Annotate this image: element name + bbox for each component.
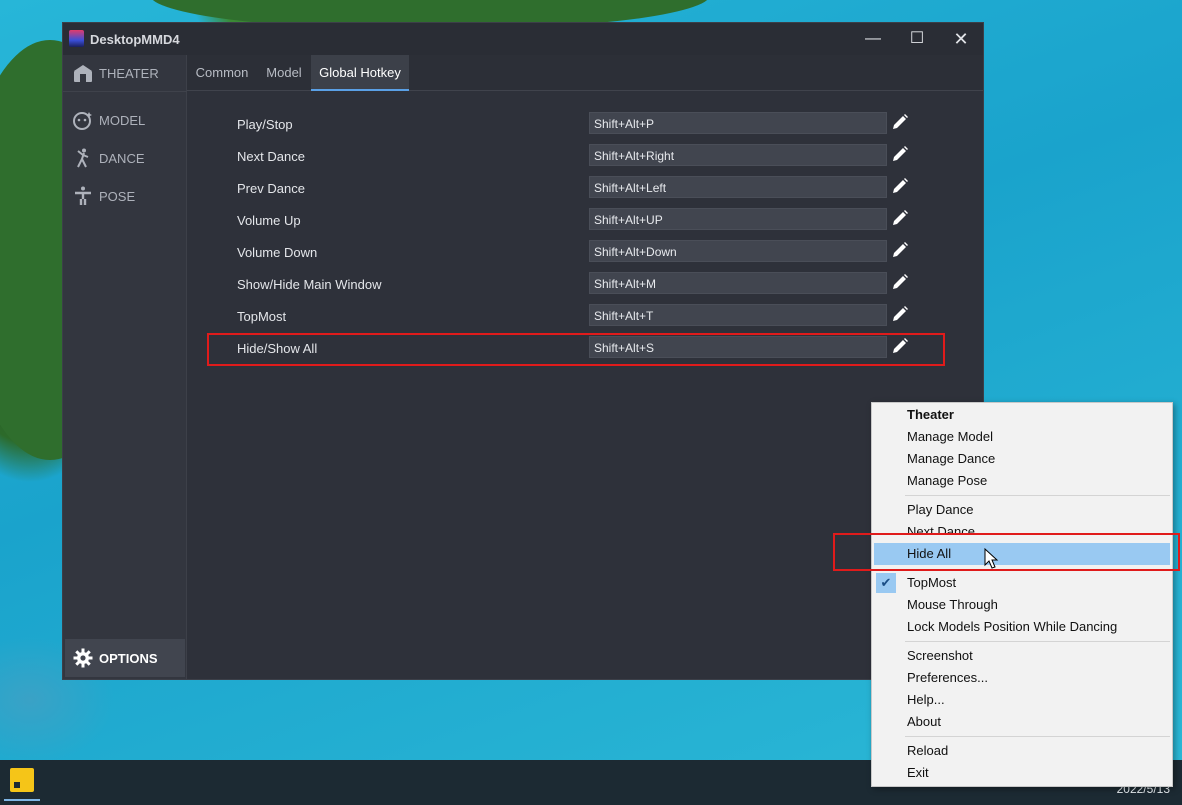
menu-item-about[interactable]: About <box>874 711 1170 733</box>
hotkey-row: Play/Stop Shift+Alt+P <box>187 109 983 141</box>
pencil-icon[interactable] <box>891 145 909 163</box>
sidebar-item-label: DANCE <box>99 150 145 166</box>
hotkey-field[interactable]: Shift+Alt+Left <box>589 176 887 198</box>
hotkey-label: Play/Stop <box>237 117 293 132</box>
hotkey-field[interactable]: Shift+Alt+P <box>589 112 887 134</box>
hotkey-field[interactable]: Shift+Alt+M <box>589 272 887 294</box>
pencil-icon[interactable] <box>891 241 909 259</box>
menu-item-lock-models-position[interactable]: Lock Models Position While Dancing <box>874 616 1170 638</box>
app-logo-icon <box>69 30 84 47</box>
menu-separator <box>905 641 1170 642</box>
tab-global-hotkey[interactable]: Global Hotkey <box>311 55 409 91</box>
menu-separator <box>905 736 1170 737</box>
menu-item-manage-model[interactable]: Manage Model <box>874 426 1170 448</box>
sidebar-item-label: MODEL <box>99 112 146 128</box>
hotkey-field[interactable]: Shift+Alt+T <box>589 304 887 326</box>
maximize-button[interactable]: ☐ <box>895 23 939 55</box>
menu-item-screenshot[interactable]: Screenshot <box>874 645 1170 667</box>
hotkey-label: Prev Dance <box>237 181 305 196</box>
sticky-notes-taskbar-icon[interactable] <box>10 768 34 792</box>
hotkey-label: Volume Down <box>237 245 318 260</box>
pencil-icon[interactable] <box>891 273 909 291</box>
active-app-indicator <box>4 799 40 801</box>
window-title: DesktopMMD4 <box>90 32 180 47</box>
pencil-icon[interactable] <box>891 209 909 227</box>
menu-item-reload[interactable]: Reload <box>874 740 1170 762</box>
close-button[interactable]: ✕ <box>939 23 983 55</box>
pencil-icon[interactable] <box>891 113 909 131</box>
menu-separator <box>905 495 1170 496</box>
pose-icon <box>75 186 91 205</box>
menu-item-manage-dance[interactable]: Manage Dance <box>874 448 1170 470</box>
menu-item-exit[interactable]: Exit <box>874 762 1170 784</box>
menu-item-topmost[interactable]: ✔ TopMost <box>874 572 1170 594</box>
sidebar-item-model[interactable]: MODEL <box>63 102 187 138</box>
hotkey-row: Volume Up Shift+Alt+UP <box>187 205 983 237</box>
hotkey-label: Show/Hide Main Window <box>237 277 382 292</box>
sidebar-item-label: OPTIONS <box>99 650 158 666</box>
sidebar-item-options[interactable]: OPTIONS <box>65 639 185 677</box>
mouse-cursor-icon <box>984 548 999 569</box>
pencil-icon[interactable] <box>891 305 909 323</box>
hotkey-label: Next Dance <box>237 149 305 164</box>
sidebar-divider <box>63 91 187 92</box>
hotkey-row: TopMost Shift+Alt+T <box>187 301 983 333</box>
pencil-icon[interactable] <box>891 177 909 195</box>
menu-item-manage-pose[interactable]: Manage Pose <box>874 470 1170 492</box>
hotkey-row: Show/Hide Main Window Shift+Alt+M <box>187 269 983 301</box>
menu-item-label: TopMost <box>907 575 957 590</box>
checkmark-icon: ✔ <box>876 573 896 593</box>
model-icon <box>73 112 92 130</box>
hotkey-label: TopMost <box>237 309 287 324</box>
theater-icon <box>74 65 92 82</box>
sidebar-item-label: THEATER <box>99 65 159 81</box>
tray-context-menu: Theater Manage Model Manage Dance Manage… <box>871 402 1173 787</box>
hotkey-label: Volume Up <box>237 213 301 228</box>
sidebar-item-dance[interactable]: DANCE <box>63 140 187 176</box>
highlight-box <box>833 533 1180 571</box>
menu-item-play-dance[interactable]: Play Dance <box>874 499 1170 521</box>
sidebar-item-pose[interactable]: POSE <box>63 178 187 214</box>
sidebar-item-theater[interactable]: THEATER <box>63 55 187 91</box>
gear-icon <box>73 648 93 668</box>
minimize-button[interactable]: — <box>851 23 895 55</box>
menu-item-help[interactable]: Help... <box>874 689 1170 711</box>
hotkey-field[interactable]: Shift+Alt+Down <box>589 240 887 262</box>
hotkey-row: Volume Down Shift+Alt+Down <box>187 237 983 269</box>
sidebar-item-label: POSE <box>99 188 136 204</box>
tab-model[interactable]: Model <box>257 55 311 91</box>
hotkey-row: Next Dance Shift+Alt+Right <box>187 141 983 173</box>
hotkey-row: Prev Dance Shift+Alt+Left <box>187 173 983 205</box>
menu-item-mouse-through[interactable]: Mouse Through <box>874 594 1170 616</box>
dance-icon <box>77 148 89 168</box>
menu-item-theater[interactable]: Theater <box>874 404 1170 426</box>
menu-item-preferences[interactable]: Preferences... <box>874 667 1170 689</box>
hotkey-field[interactable]: Shift+Alt+Right <box>589 144 887 166</box>
tab-bar: Common Model Global Hotkey <box>187 55 983 91</box>
title-bar[interactable]: DesktopMMD4 — ☐ ✕ <box>63 23 983 55</box>
hotkey-field[interactable]: Shift+Alt+UP <box>589 208 887 230</box>
sidebar: THEATER MODEL DANCE POSE OPTIONS <box>63 55 187 679</box>
highlight-box <box>207 333 945 366</box>
tab-common[interactable]: Common <box>187 55 257 91</box>
